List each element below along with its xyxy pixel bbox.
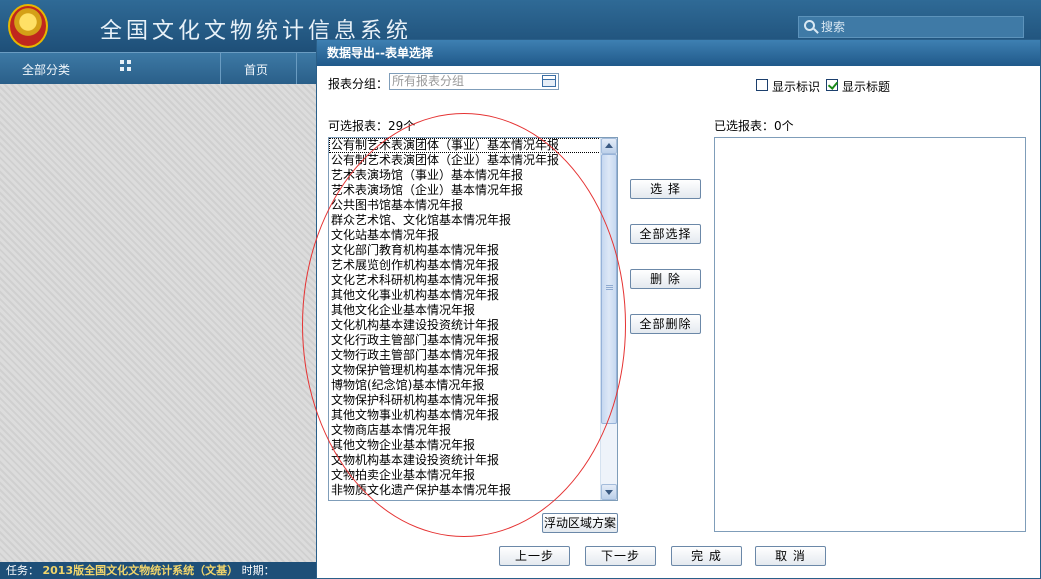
show-title-label: 显示标题: [842, 80, 891, 94]
next-button[interactable]: 下一步: [585, 546, 656, 566]
national-emblem-icon: [8, 4, 48, 48]
export-dialog: 数据导出--表单选择 报表分组： 所有报表分组 显示标识 显示标题 可选报表：2…: [316, 39, 1041, 579]
list-item[interactable]: 文化部门教育机构基本情况年报: [329, 243, 601, 258]
list-item[interactable]: 其他文化事业机构基本情况年报: [329, 288, 601, 303]
selected-reports-list[interactable]: [714, 137, 1026, 532]
search-input[interactable]: 搜索: [798, 16, 1024, 38]
show-id-checkbox[interactable]: [756, 79, 768, 91]
list-scrollbar[interactable]: [600, 138, 617, 500]
list-item[interactable]: 艺术展览创作机构基本情况年报: [329, 258, 601, 273]
show-title-checkbox[interactable]: [826, 79, 838, 91]
list-item[interactable]: 文物机构基本建设投资统计年报: [329, 453, 601, 468]
nav-divider: [296, 53, 297, 84]
app-nav: 全部分类 首页: [0, 52, 320, 84]
list-item[interactable]: 其他文化企业基本情况年报: [329, 303, 601, 318]
list-item[interactable]: 其他文物企业基本情况年报: [329, 438, 601, 453]
list-item[interactable]: 公有制艺术表演团体（企业）基本情况年报: [329, 153, 601, 168]
finish-button[interactable]: 完 成: [671, 546, 742, 566]
list-item[interactable]: 文物保护科研机构基本情况年报: [329, 393, 601, 408]
status-bar: 任务： 2013版全国文化文物统计系统（文基） 时期：: [0, 562, 320, 579]
group-select-input[interactable]: 所有报表分组: [389, 73, 559, 90]
list-item[interactable]: 文物商店基本情况年报: [329, 423, 601, 438]
select-button[interactable]: 选 择: [630, 179, 701, 199]
nav-all-categories[interactable]: 全部分类: [22, 61, 70, 78]
list-item[interactable]: 公有制艺术表演团体（事业）基本情况年报: [329, 138, 601, 153]
select-all-button[interactable]: 全部选择: [630, 224, 701, 244]
app-body-background: [0, 84, 320, 562]
delete-button[interactable]: 删 除: [630, 269, 701, 289]
status-suffix: 时期：: [241, 564, 275, 577]
list-item[interactable]: 其他文物事业机构基本情况年报: [329, 408, 601, 423]
list-item[interactable]: 非物质文化遗产保护基本情况年报: [329, 483, 601, 498]
list-item[interactable]: 文物拍卖企业基本情况年报: [329, 468, 601, 483]
available-count-label: 可选报表：29个: [328, 119, 416, 133]
list-item[interactable]: 文化站基本情况年报: [329, 228, 601, 243]
list-item[interactable]: 文化机构基本建设投资统计年报: [329, 318, 601, 333]
list-item[interactable]: 艺术表演场馆（企业）基本情况年报: [329, 183, 601, 198]
prev-button[interactable]: 上一步: [499, 546, 570, 566]
available-reports-list[interactable]: 公有制艺术表演团体（事业）基本情况年报 公有制艺术表演团体（企业）基本情况年报 艺术…: [328, 137, 618, 501]
list-item[interactable]: 艺术表演场馆（事业）基本情况年报: [329, 168, 601, 183]
available-list-items: 公有制艺术表演团体（事业）基本情况年报 公有制艺术表演团体（企业）基本情况年报 艺术…: [329, 138, 601, 498]
status-task: 2013版全国文化文物统计系统（文基）: [42, 564, 239, 577]
group-label: 报表分组：: [328, 77, 389, 91]
window-picker-icon[interactable]: [542, 75, 556, 87]
search-icon: [804, 20, 815, 31]
selected-count-label: 已选报表：0个: [714, 119, 794, 133]
float-scheme-button[interactable]: 浮动区域方案: [542, 513, 618, 533]
scroll-down-icon[interactable]: [601, 484, 617, 500]
delete-all-button[interactable]: 全部删除: [630, 314, 701, 334]
show-id-label: 显示标识: [772, 80, 821, 94]
nav-divider: [220, 53, 221, 84]
cancel-button[interactable]: 取 消: [755, 546, 826, 566]
list-item[interactable]: 博物馆(纪念馆)基本情况年报: [329, 378, 601, 393]
dialog-title: 数据导出--表单选择: [317, 40, 1040, 66]
list-item[interactable]: 公共图书馆基本情况年报: [329, 198, 601, 213]
list-item[interactable]: 群众艺术馆、文化馆基本情况年报: [329, 213, 601, 228]
list-item[interactable]: 文化行政主管部门基本情况年报: [329, 333, 601, 348]
grid-icon[interactable]: [120, 60, 131, 71]
scroll-up-icon[interactable]: [601, 138, 617, 154]
status-prefix: 任务：: [6, 564, 39, 577]
list-item[interactable]: 文化艺术科研机构基本情况年报: [329, 273, 601, 288]
list-item[interactable]: 文物行政主管部门基本情况年报: [329, 348, 601, 363]
scroll-thumb[interactable]: [601, 154, 617, 424]
nav-home[interactable]: 首页: [244, 61, 268, 78]
list-item[interactable]: 文物保护管理机构基本情况年报: [329, 363, 601, 378]
